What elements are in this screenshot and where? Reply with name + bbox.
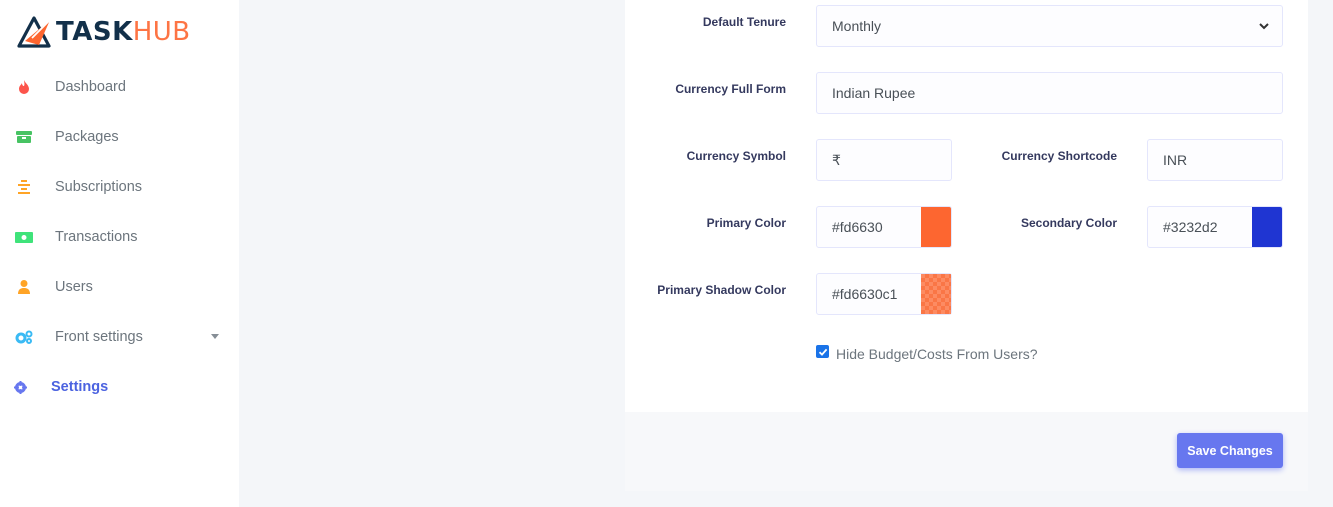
sidebar-item-label: Transactions	[55, 229, 138, 245]
sidebar-item-label: Front settings	[55, 329, 143, 345]
sidebar-item-label: Subscriptions	[55, 179, 143, 195]
primary-shadow-color-input[interactable]: #fd6630c1	[816, 273, 922, 315]
currency-full-form-value: Indian Rupee	[832, 85, 916, 101]
primary-shadow-color-label: Primary Shadow Color	[657, 283, 786, 297]
gear-icon	[11, 378, 29, 396]
sidebar-item-label: Settings	[51, 379, 109, 395]
sidebar-item-label: Dashboard	[55, 79, 126, 95]
primary-color-value: #fd6630	[832, 219, 883, 235]
save-changes-button[interactable]: Save Changes	[1177, 433, 1283, 468]
chevron-down-icon	[1259, 23, 1269, 30]
currency-symbol-label: Currency Symbol	[686, 149, 786, 163]
hide-budget-checkbox[interactable]	[816, 345, 829, 358]
currency-full-form-input[interactable]: Indian Rupee	[816, 72, 1283, 114]
fire-icon	[15, 78, 33, 96]
sidebar-item-label: Packages	[55, 129, 119, 145]
default-tenure-label: Default Tenure	[702, 15, 786, 29]
default-tenure-select[interactable]: Monthly	[816, 5, 1283, 47]
hide-budget-label[interactable]: Hide Budget/Costs From Users?	[836, 346, 1038, 362]
currency-full-form-label: Currency Full Form	[675, 82, 786, 96]
box-icon	[15, 128, 33, 146]
primary-color-label: Primary Color	[706, 216, 786, 230]
list-icon	[15, 178, 33, 196]
taskhub-logo[interactable]: TASK HUB	[14, 12, 191, 52]
currency-shortcode-input[interactable]: INR	[1147, 139, 1283, 181]
primary-shadow-color-value: #fd6630c1	[832, 286, 898, 302]
currency-symbol-input[interactable]: ₹	[816, 139, 952, 181]
currency-shortcode-value: INR	[1163, 152, 1188, 168]
sidebar-item-label: Users	[55, 279, 93, 295]
chevron-down-icon	[211, 334, 219, 339]
default-tenure-value: Monthly	[832, 18, 882, 34]
primary-color-input[interactable]: #fd6630	[816, 206, 922, 248]
cogs-icon	[15, 328, 33, 346]
logo-text-task: TASK	[56, 17, 133, 47]
sidebar-item-users[interactable]: Users	[0, 267, 239, 307]
sidebar: TASK HUB Dashboard Packages Subscription…	[0, 0, 239, 507]
money-icon	[15, 228, 33, 246]
sidebar-item-subscriptions[interactable]: Subscriptions	[0, 167, 239, 207]
currency-symbol-value: ₹	[832, 151, 841, 168]
sidebar-item-transactions[interactable]: Transactions	[0, 217, 239, 257]
sidebar-item-dashboard[interactable]: Dashboard	[0, 67, 239, 107]
sidebar-item-settings[interactable]: Settings	[0, 367, 239, 407]
primary-color-swatch[interactable]	[921, 206, 952, 248]
sidebar-item-packages[interactable]: Packages	[0, 117, 239, 157]
sidebar-item-front-settings[interactable]: Front settings	[0, 317, 239, 357]
primary-shadow-color-swatch[interactable]	[921, 273, 952, 315]
user-icon	[15, 278, 33, 296]
secondary-color-swatch[interactable]	[1252, 206, 1283, 248]
secondary-color-input[interactable]: #3232d2	[1147, 206, 1253, 248]
secondary-color-value: #3232d2	[1163, 219, 1218, 235]
secondary-color-label: Secondary Color	[1020, 216, 1117, 230]
logo-icon	[17, 16, 51, 48]
check-icon	[818, 348, 827, 356]
currency-shortcode-label: Currency Shortcode	[1001, 149, 1117, 163]
logo-text-hub: HUB	[132, 17, 191, 47]
